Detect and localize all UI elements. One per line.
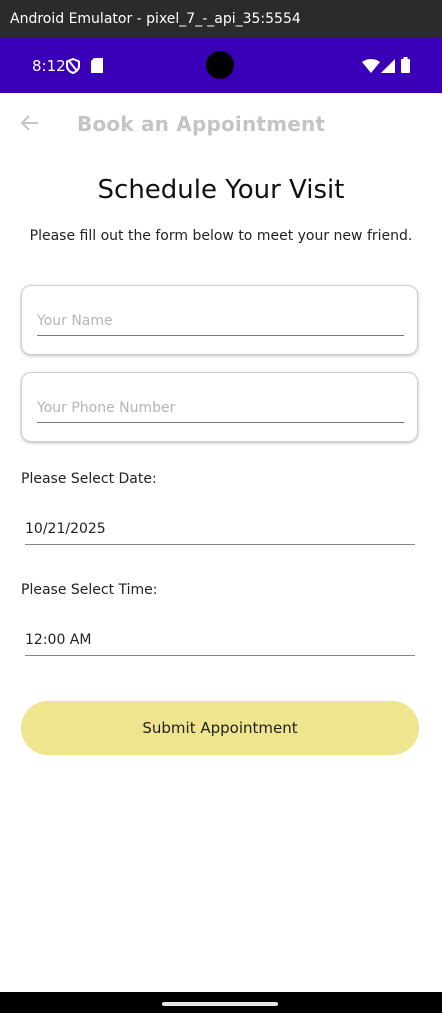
sd-card-icon xyxy=(91,58,103,73)
emulator-title-bar: Android Emulator - pixel_7_-_api_35:5554 xyxy=(0,0,442,38)
status-bar: 8:12 xyxy=(0,38,442,93)
back-arrow-icon[interactable] xyxy=(16,109,44,137)
camera-cutout xyxy=(206,51,234,79)
signal-icon xyxy=(381,59,395,73)
date-picker[interactable]: 10/21/2025 xyxy=(25,514,415,545)
wifi-icon xyxy=(362,59,380,73)
submit-appointment-button[interactable]: Submit Appointment xyxy=(21,701,419,755)
date-value: 10/21/2025 xyxy=(25,521,106,537)
time-value: 12:00 AM xyxy=(25,632,92,648)
navigation-bar xyxy=(0,992,442,1013)
status-time: 8:12 xyxy=(32,57,66,75)
app-bar: Book an Appointment xyxy=(0,93,442,155)
app-bar-title: Book an Appointment xyxy=(77,112,326,136)
phone-input[interactable] xyxy=(37,394,404,423)
name-field-card xyxy=(21,285,418,355)
date-label: Please Select Date: xyxy=(21,471,157,487)
name-input[interactable] xyxy=(37,307,404,336)
time-picker[interactable]: 12:00 AM xyxy=(25,625,415,656)
battery-icon xyxy=(401,57,410,73)
home-gesture-handle[interactable] xyxy=(162,1002,278,1006)
window-title: Android Emulator - pixel_7_-_api_35:5554 xyxy=(10,11,301,27)
page-subtitle: Please fill out the form below to meet y… xyxy=(29,228,413,244)
phone-field-card xyxy=(21,372,418,442)
app-screen: Book an Appointment Schedule Your Visit … xyxy=(0,93,442,992)
shield-icon xyxy=(66,58,80,74)
page-title: Schedule Your Visit xyxy=(97,175,345,205)
time-label: Please Select Time: xyxy=(21,582,158,598)
